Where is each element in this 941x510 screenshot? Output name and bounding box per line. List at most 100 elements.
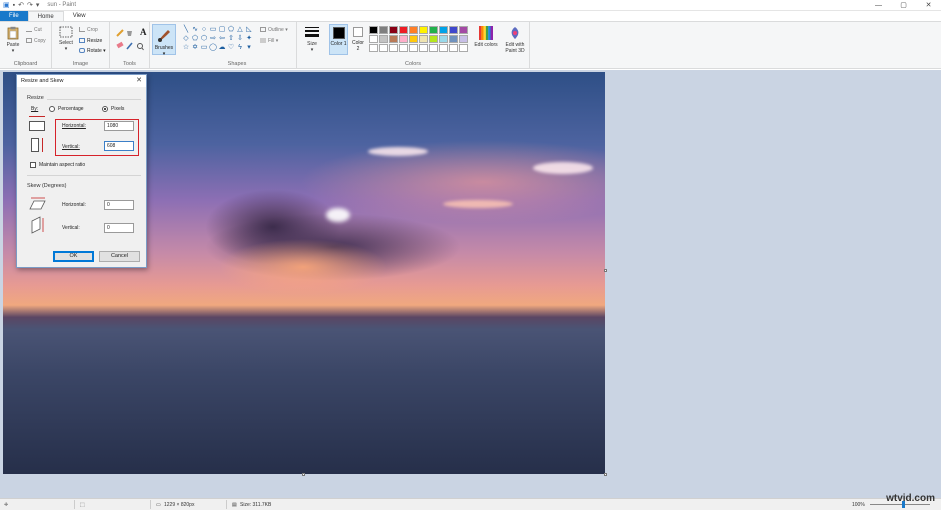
maintain-aspect-checkbox[interactable]: [30, 162, 36, 168]
palette-color-swatch[interactable]: [379, 44, 388, 52]
palette-color-swatch[interactable]: [419, 35, 428, 43]
pixels-label[interactable]: Pixels: [111, 106, 124, 112]
line-shape-icon[interactable]: ╲: [182, 26, 190, 34]
horizontal-input[interactable]: 1080: [104, 121, 134, 131]
tab-view[interactable]: View: [64, 11, 95, 21]
left-arrow-shape-icon[interactable]: ⇦: [218, 35, 226, 43]
oval-shape-icon[interactable]: ○: [200, 26, 208, 34]
four-point-star-shape-icon[interactable]: ✦: [245, 35, 253, 43]
down-arrow-shape-icon[interactable]: ⇩: [236, 35, 244, 43]
skew-vertical-input[interactable]: 0: [104, 223, 134, 233]
percentage-radio[interactable]: [49, 106, 55, 112]
minimize-button[interactable]: —: [866, 0, 891, 11]
callout-rounded-shape-icon[interactable]: ▭: [200, 44, 208, 52]
fill-bucket-icon[interactable]: [127, 31, 132, 36]
palette-color-swatch[interactable]: [389, 26, 398, 34]
maintain-aspect-label[interactable]: Maintain aspect ratio: [39, 162, 85, 168]
pixels-radio[interactable]: [102, 106, 108, 112]
palette-color-swatch[interactable]: [449, 44, 458, 52]
percentage-label[interactable]: Percentage: [58, 106, 84, 112]
crop-button[interactable]: Crop: [79, 27, 98, 33]
size-button[interactable]: Size ▾: [301, 26, 323, 53]
palette-color-swatch[interactable]: [379, 35, 388, 43]
palette-color-swatch[interactable]: [449, 26, 458, 34]
tab-home[interactable]: Home: [27, 11, 64, 21]
cut-button[interactable]: Cut: [26, 27, 42, 33]
brushes-button[interactable]: Brushes ▾: [152, 24, 176, 57]
rounded-rectangle-shape-icon[interactable]: ▢: [218, 26, 226, 34]
eraser-icon[interactable]: [116, 41, 124, 49]
zoom-slider-track[interactable]: [870, 504, 930, 505]
hexagon-shape-icon[interactable]: ⬡: [200, 35, 208, 43]
undo-icon[interactable]: ↶: [18, 1, 24, 10]
callout-cloud-shape-icon[interactable]: ☁: [218, 44, 226, 52]
palette-color-swatch[interactable]: [379, 26, 388, 34]
copy-button[interactable]: Copy: [26, 38, 46, 44]
right-triangle-shape-icon[interactable]: ◺: [245, 26, 253, 34]
palette-color-swatch[interactable]: [429, 44, 438, 52]
palette-color-swatch[interactable]: [369, 35, 378, 43]
edit-with-paint3d-button[interactable]: Edit with Paint 3D: [501, 26, 529, 54]
lightning-shape-icon[interactable]: ϟ: [236, 44, 244, 52]
customize-quick-access-icon[interactable]: ▾: [36, 1, 40, 10]
skew-horizontal-input[interactable]: 0: [104, 200, 134, 210]
rectangle-shape-icon[interactable]: ▭: [209, 26, 217, 34]
fill-button[interactable]: Fill ▾: [260, 38, 278, 44]
up-arrow-shape-icon[interactable]: ⇧: [227, 35, 235, 43]
magnifier-icon[interactable]: [137, 43, 144, 51]
palette-color-swatch[interactable]: [409, 26, 418, 34]
palette-color-swatch[interactable]: [459, 44, 468, 52]
cancel-button[interactable]: Cancel: [99, 251, 140, 262]
redo-icon[interactable]: ↷: [27, 1, 33, 10]
close-button[interactable]: ✕: [916, 0, 941, 11]
six-point-star-shape-icon[interactable]: ✡: [191, 44, 199, 52]
canvas-resize-handle-corner[interactable]: [604, 473, 607, 476]
diamond-shape-icon[interactable]: ◇: [182, 35, 190, 43]
select-button[interactable]: Select ▾: [55, 26, 77, 52]
palette-color-swatch[interactable]: [449, 35, 458, 43]
palette-color-swatch[interactable]: [419, 44, 428, 52]
canvas-resize-handle-right[interactable]: [604, 269, 607, 272]
palette-color-swatch[interactable]: [369, 44, 378, 52]
color-picker-icon[interactable]: [126, 42, 133, 50]
color1-button[interactable]: Color 1: [329, 24, 348, 55]
palette-color-swatch[interactable]: [439, 26, 448, 34]
save-icon[interactable]: ▪: [13, 1, 15, 10]
pentagon-shape-icon[interactable]: ⬠: [191, 35, 199, 43]
ok-button[interactable]: OK: [53, 251, 94, 262]
palette-color-swatch[interactable]: [399, 44, 408, 52]
palette-color-swatch[interactable]: [389, 35, 398, 43]
pencil-icon[interactable]: [116, 29, 124, 37]
paste-button[interactable]: Paste ▾: [3, 26, 23, 54]
triangle-shape-icon[interactable]: △: [236, 26, 244, 34]
color2-button[interactable]: Color 2: [350, 24, 366, 55]
palette-color-swatch[interactable]: [369, 26, 378, 34]
callout-oval-shape-icon[interactable]: ◯: [209, 44, 217, 52]
polygon-shape-icon[interactable]: ⬠: [227, 26, 235, 34]
palette-color-swatch[interactable]: [409, 44, 418, 52]
outline-button[interactable]: Outline ▾: [260, 27, 288, 33]
rotate-button[interactable]: Rotate ▾: [79, 48, 106, 54]
maximize-button[interactable]: ▢: [891, 0, 916, 11]
palette-color-swatch[interactable]: [409, 35, 418, 43]
palette-color-swatch[interactable]: [389, 44, 398, 52]
palette-color-swatch[interactable]: [459, 26, 468, 34]
text-tool-icon[interactable]: A: [140, 27, 147, 37]
canvas-resize-handle-bottom[interactable]: [302, 473, 305, 476]
shapes-scroll-icon[interactable]: ▾: [245, 44, 253, 52]
five-point-star-shape-icon[interactable]: ☆: [182, 44, 190, 52]
palette-color-swatch[interactable]: [399, 26, 408, 34]
vertical-input[interactable]: 608: [104, 141, 134, 151]
heart-shape-icon[interactable]: ♡: [227, 44, 235, 52]
dialog-close-icon[interactable]: ✕: [136, 75, 142, 87]
palette-color-swatch[interactable]: [399, 35, 408, 43]
resize-button[interactable]: Resize: [79, 38, 102, 44]
palette-color-swatch[interactable]: [439, 35, 448, 43]
edit-colors-button[interactable]: Edit colors: [474, 26, 498, 48]
tab-file[interactable]: File: [0, 11, 28, 21]
palette-color-swatch[interactable]: [419, 26, 428, 34]
palette-color-swatch[interactable]: [429, 26, 438, 34]
right-arrow-shape-icon[interactable]: ⇨: [209, 35, 217, 43]
palette-color-swatch[interactable]: [429, 35, 438, 43]
palette-color-swatch[interactable]: [459, 35, 468, 43]
